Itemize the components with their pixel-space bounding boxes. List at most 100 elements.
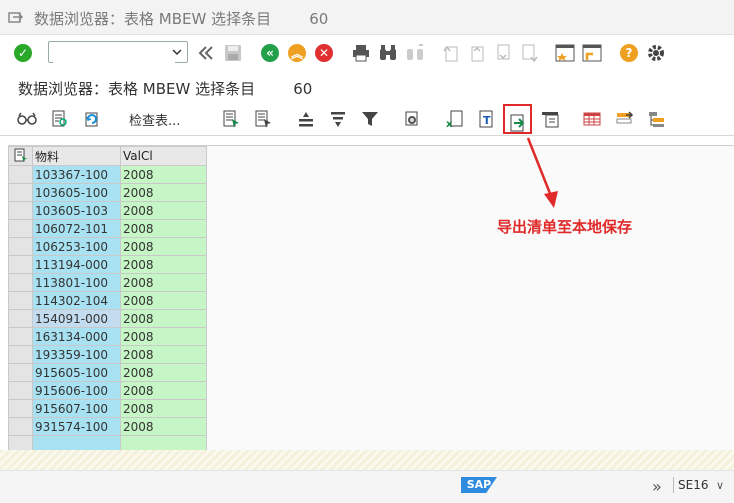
row-selector[interactable] (8, 399, 33, 418)
cancel-icon[interactable]: ✕ (313, 42, 335, 64)
enter-icon[interactable]: ✓ (12, 42, 34, 64)
spreadsheet-icon[interactable]: x (443, 108, 465, 130)
first-page-icon[interactable] (440, 42, 462, 64)
find-icon[interactable] (377, 42, 399, 64)
table-row[interactable]: 193359-100 2008 (8, 345, 207, 364)
select-all-icon[interactable] (220, 108, 242, 130)
cell-material[interactable]: 915607-100 (32, 399, 121, 418)
previous-page-icon[interactable] (466, 42, 488, 64)
cell-valcl[interactable]: 2008 (120, 219, 207, 238)
check-table-button[interactable]: 检查表... (129, 110, 180, 129)
cell-valcl[interactable]: 2008 (120, 381, 207, 400)
table-row[interactable]: 103605-103 2008 (8, 201, 207, 220)
cell-material[interactable]: 163134-000 (32, 327, 121, 346)
gear-icon[interactable] (645, 42, 667, 64)
print-preview-icon[interactable] (401, 108, 423, 130)
cell-valcl[interactable]: 2008 (120, 399, 207, 418)
cell-valcl[interactable]: 2008 (120, 363, 207, 382)
table-row[interactable]: 106072-101 2008 (8, 219, 207, 238)
cell-material[interactable]: 154091-000 (32, 309, 121, 328)
cell-material[interactable]: 114302-104 (32, 291, 121, 310)
cell-material[interactable]: 106253-100 (32, 237, 121, 256)
cell-material[interactable]: 931574-100 (32, 417, 121, 436)
column-header-valcl[interactable]: ValCl (120, 146, 207, 166)
choose-layout-icon[interactable] (613, 108, 635, 130)
table-settings-icon[interactable] (14, 148, 28, 162)
row-selector[interactable] (8, 183, 33, 202)
row-selector[interactable] (8, 273, 33, 292)
row-selector[interactable] (8, 291, 33, 310)
cell-material[interactable]: 915605-100 (32, 363, 121, 382)
cell-valcl[interactable]: 2008 (120, 309, 207, 328)
last-page-icon[interactable] (518, 42, 540, 64)
row-selector[interactable] (8, 363, 33, 382)
select-all-cell[interactable] (8, 146, 33, 166)
table-row[interactable]: 113194-000 2008 (8, 255, 207, 274)
row-selector[interactable] (8, 255, 33, 274)
cell-valcl[interactable]: 2008 (120, 345, 207, 364)
details-icon[interactable] (49, 108, 71, 130)
table-row[interactable]: 931574-100 2008 (8, 417, 207, 436)
table-row[interactable]: 113801-100 2008 (8, 273, 207, 292)
cell-material[interactable]: 103605-103 (32, 201, 121, 220)
word-processing-icon[interactable]: T (475, 108, 497, 130)
cell-valcl[interactable]: 2008 (120, 291, 207, 310)
cell-material[interactable]: 113801-100 (32, 273, 121, 292)
system-dropdown-icon[interactable]: ∨ (716, 479, 724, 492)
save-icon[interactable] (222, 42, 244, 64)
print-icon[interactable] (350, 42, 372, 64)
command-input[interactable] (53, 43, 175, 63)
abc-analysis-icon[interactable] (539, 108, 561, 130)
row-selector[interactable] (8, 201, 33, 220)
row-selector[interactable] (8, 219, 33, 238)
save-layout-icon[interactable] (645, 108, 667, 130)
sort-descending-icon[interactable] (327, 108, 349, 130)
row-selector[interactable] (8, 309, 33, 328)
display-icon[interactable] (16, 108, 38, 130)
cell-material[interactable]: 193359-100 (32, 345, 121, 364)
cell-material[interactable]: 103605-100 (32, 183, 121, 202)
cell-material[interactable]: 915606-100 (32, 381, 121, 400)
cell-valcl[interactable]: 2008 (120, 327, 207, 346)
expand-status-icon[interactable]: » (652, 477, 662, 496)
column-header-material[interactable]: 物料 (32, 146, 121, 166)
row-selector[interactable] (8, 381, 33, 400)
table-row[interactable]: 114302-104 2008 (8, 291, 207, 310)
row-selector[interactable] (8, 417, 33, 436)
menu-icon[interactable] (8, 10, 24, 24)
command-field[interactable] (48, 41, 188, 63)
cell-valcl[interactable]: 2008 (120, 255, 207, 274)
next-page-icon[interactable] (492, 42, 514, 64)
filter-icon[interactable] (359, 108, 381, 130)
table-row[interactable]: 103367-100 2008 (8, 165, 207, 184)
change-layout-icon[interactable] (581, 108, 603, 130)
generate-shortcut-icon[interactable] (581, 42, 603, 64)
sort-ascending-icon[interactable] (295, 108, 317, 130)
refresh-icon[interactable] (81, 108, 103, 130)
cell-valcl[interactable]: 2008 (120, 183, 207, 202)
cell-material[interactable]: 103367-100 (32, 165, 121, 184)
find-next-icon[interactable] (404, 42, 426, 64)
cell-valcl[interactable]: 2008 (120, 417, 207, 436)
table-row[interactable]: 103605-100 2008 (8, 183, 207, 202)
deselect-all-icon[interactable] (252, 108, 274, 130)
cell-material[interactable]: 106072-101 (32, 219, 121, 238)
chevron-down-icon[interactable] (170, 45, 184, 59)
table-row[interactable]: 163134-000 2008 (8, 327, 207, 346)
table-row[interactable]: 915607-100 2008 (8, 399, 207, 418)
back-icon[interactable]: « (259, 42, 281, 64)
system-id[interactable]: SE16 (678, 478, 708, 492)
table-row[interactable]: 915606-100 2008 (8, 381, 207, 400)
cell-valcl[interactable]: 2008 (120, 237, 207, 256)
create-session-icon[interactable] (554, 42, 576, 64)
cell-valcl[interactable]: 2008 (120, 201, 207, 220)
row-selector[interactable] (8, 237, 33, 256)
exit-icon[interactable]: ︽ (286, 42, 308, 64)
help-icon[interactable]: ? (618, 42, 640, 64)
collapse-command-icon[interactable] (195, 42, 217, 64)
row-selector[interactable] (8, 327, 33, 346)
row-selector[interactable] (8, 345, 33, 364)
table-row[interactable]: 106253-100 2008 (8, 237, 207, 256)
cell-valcl[interactable]: 2008 (120, 273, 207, 292)
table-row[interactable]: 154091-000 2008 (8, 309, 207, 328)
